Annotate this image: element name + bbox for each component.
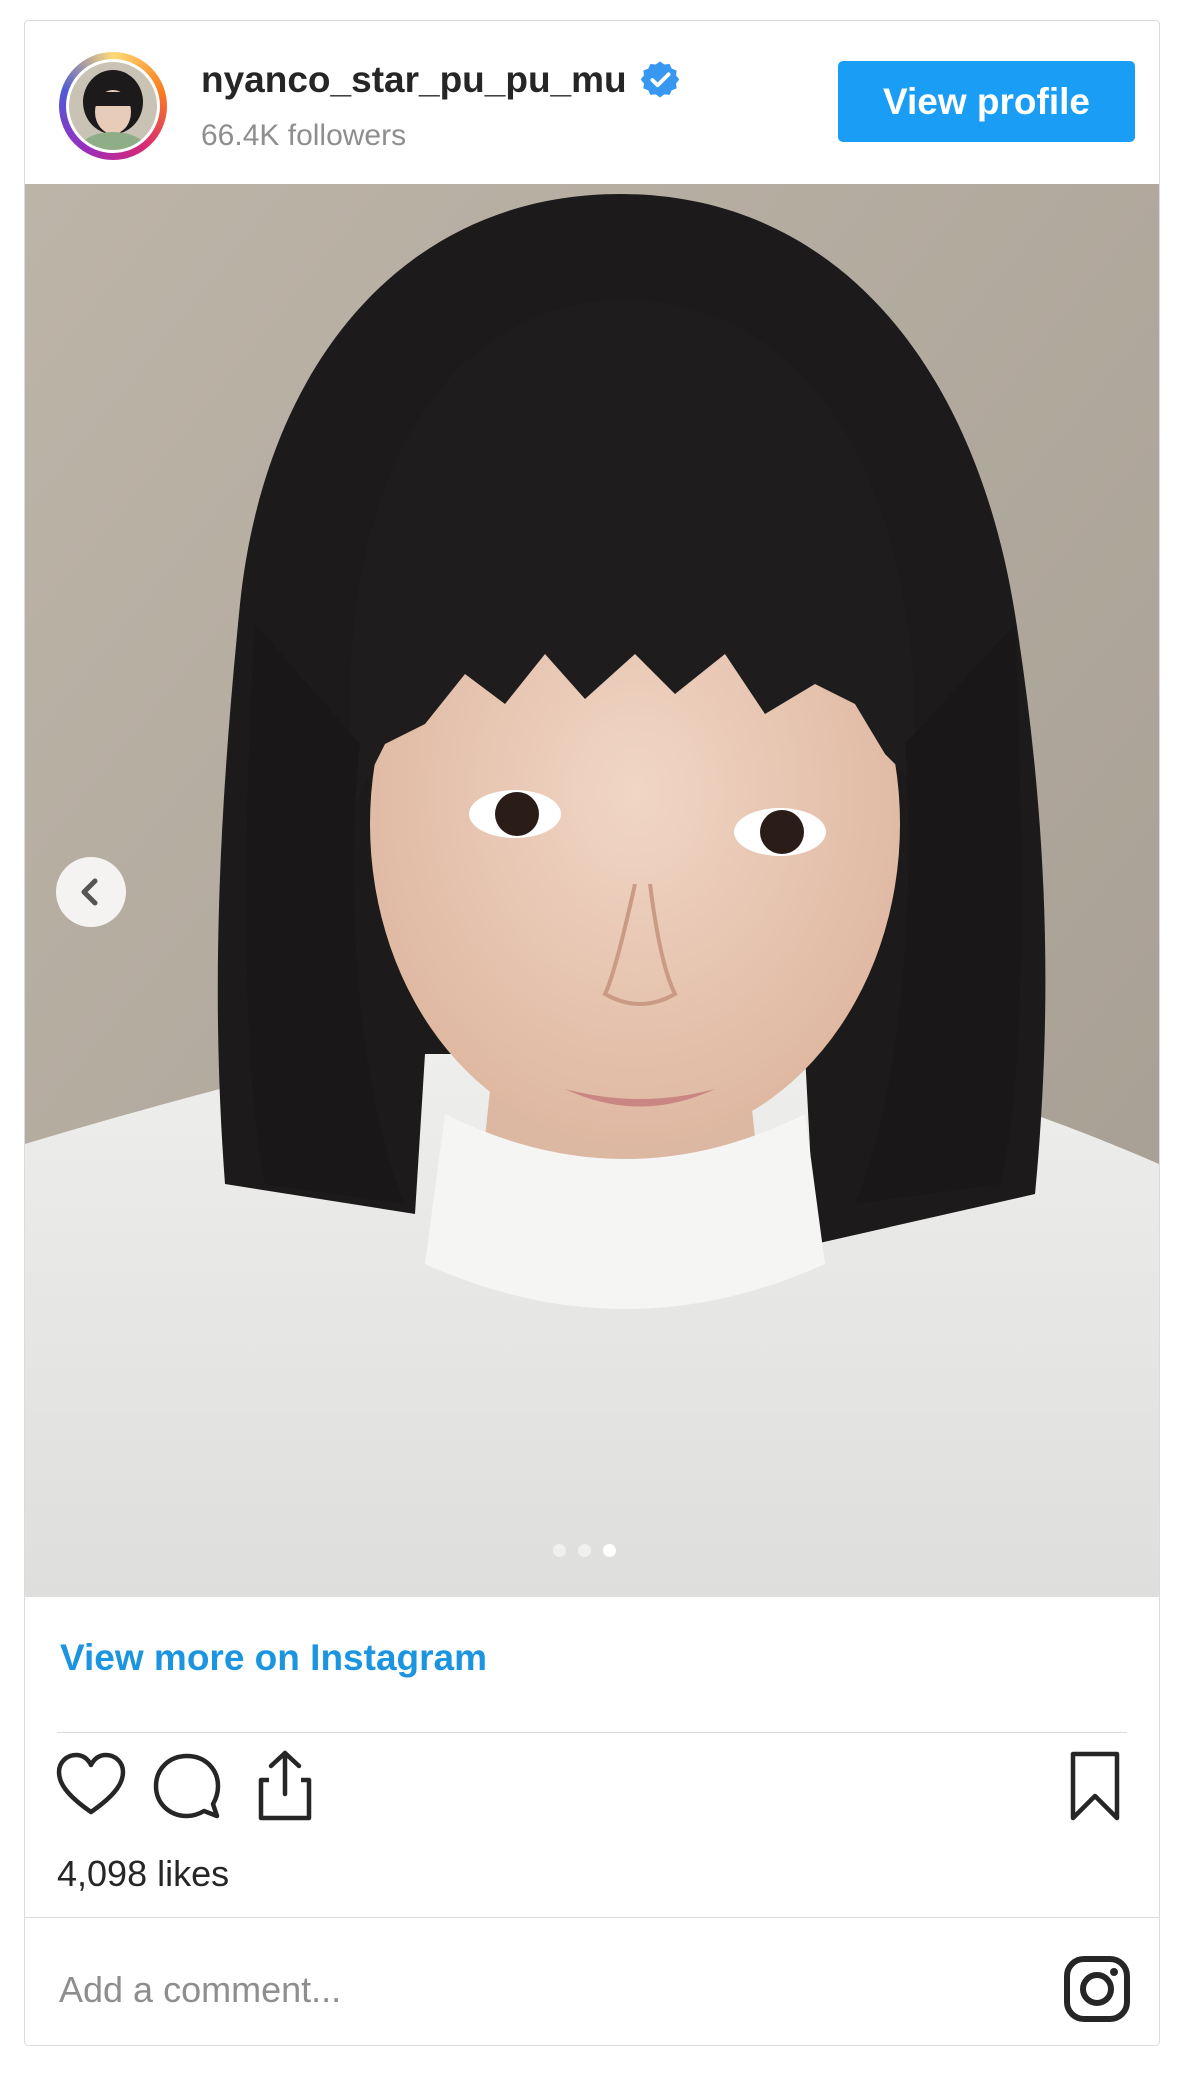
post-photo [25,184,1159,1597]
chevron-left-icon [81,878,98,906]
action-bar [25,1746,1159,1826]
carousel-prev-button[interactable] [56,857,126,927]
avatar-image [69,62,157,150]
heart-icon[interactable] [51,1746,131,1826]
divider [25,1917,1159,1918]
carousel-dot [578,1544,591,1557]
instagram-embed-card: nyanco_star_pu_pu_mu 66.4K followers Vie… [24,20,1160,2046]
bookmark-icon[interactable] [1055,1746,1135,1826]
view-more-on-instagram-link[interactable]: View more on Instagram [60,1637,487,1679]
instagram-logo-icon[interactable] [1061,1953,1133,2025]
username-row: nyanco_star_pu_pu_mu [201,59,679,101]
divider [57,1732,1127,1733]
avatar-story-ring[interactable] [59,52,167,160]
verified-badge-icon [640,61,679,98]
comment-icon[interactable] [147,1746,227,1826]
post-header: nyanco_star_pu_pu_mu 66.4K followers Vie… [25,21,1159,184]
carousel-dot [553,1544,566,1557]
view-profile-button[interactable]: View profile [838,61,1135,142]
likes-count[interactable]: 4,098 likes [57,1853,229,1895]
username[interactable]: nyanco_star_pu_pu_mu [201,59,627,101]
comment-input[interactable] [57,1959,961,2021]
avatar[interactable] [66,59,160,153]
carousel-dot-active [603,1544,616,1557]
share-icon[interactable] [245,1746,325,1826]
followers-count: 66.4K followers [201,119,407,152]
post-media[interactable] [25,184,1159,1597]
carousel-indicator [553,1544,616,1557]
